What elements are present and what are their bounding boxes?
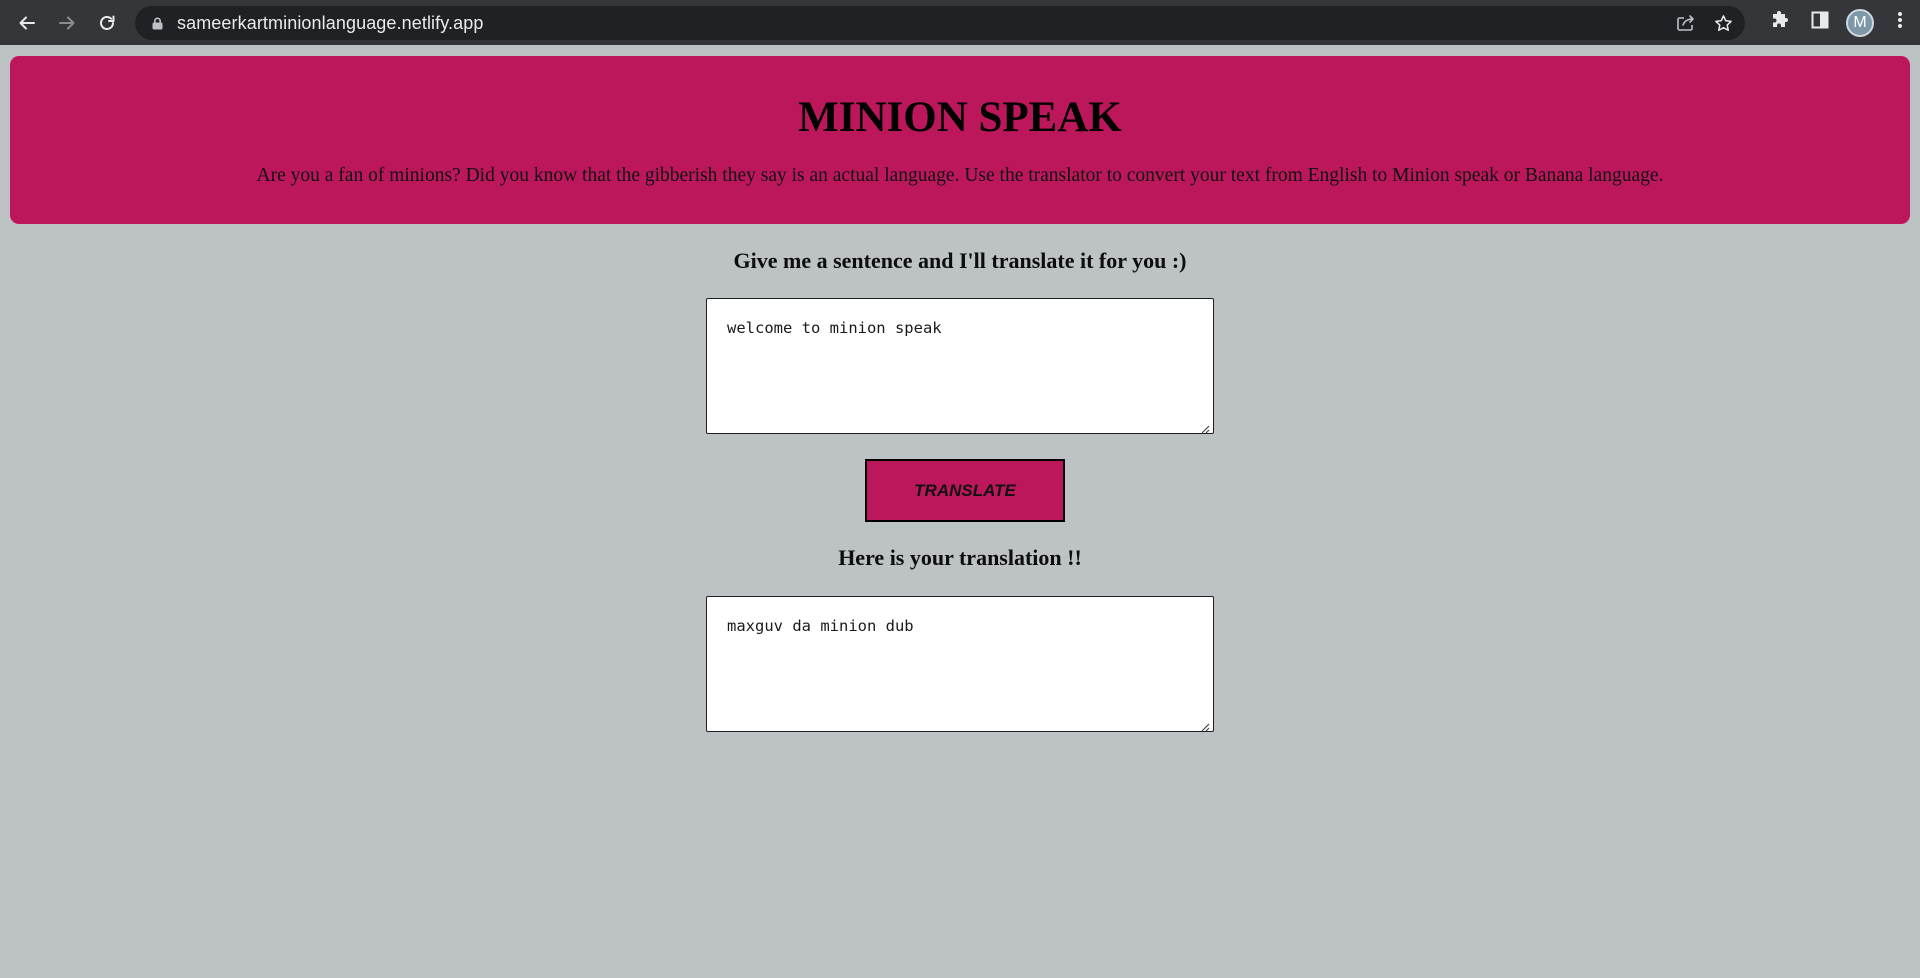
extensions-button[interactable] bbox=[1760, 3, 1800, 43]
extensions-icon bbox=[1770, 10, 1790, 35]
reload-button[interactable] bbox=[87, 3, 127, 43]
translate-button[interactable]: TRANSLATE bbox=[865, 459, 1065, 522]
star-icon[interactable] bbox=[1714, 14, 1733, 33]
input-prompt: Give me a sentence and I'll translate it… bbox=[733, 248, 1187, 273]
omnibox-actions bbox=[1676, 6, 1733, 40]
result-heading: Here is your translation !! bbox=[838, 545, 1082, 570]
lock-icon[interactable] bbox=[150, 16, 164, 30]
back-icon bbox=[18, 14, 36, 32]
share-icon[interactable] bbox=[1676, 14, 1696, 32]
resize-grip-icon[interactable] bbox=[1200, 718, 1210, 732]
browser-toolbar: sameerkartminionlanguage.netlify.app M bbox=[0, 0, 1920, 45]
profile-avatar[interactable]: M bbox=[1846, 8, 1874, 37]
url-text[interactable]: sameerkartminionlanguage.netlify.app bbox=[177, 13, 483, 34]
toolbar-right: M bbox=[1760, 0, 1920, 45]
hero-description: Are you a fan of minions? Did you know t… bbox=[256, 165, 1664, 187]
output-textarea[interactable]: maxguv da minion dub bbox=[706, 596, 1214, 732]
more-menu-button[interactable] bbox=[1880, 3, 1920, 43]
forward-icon bbox=[58, 14, 76, 32]
address-bar[interactable]: sameerkartminionlanguage.netlify.app bbox=[135, 6, 1745, 40]
page-title: MINION SPEAK bbox=[798, 94, 1122, 141]
input-text[interactable]: welcome to minion speak bbox=[727, 319, 942, 337]
input-textarea[interactable]: welcome to minion speak bbox=[706, 298, 1214, 434]
page-content: MINION SPEAK Are you a fan of minions? D… bbox=[0, 45, 1920, 978]
more-icon bbox=[1897, 11, 1903, 34]
forward-button[interactable] bbox=[47, 3, 87, 43]
resize-grip-icon[interactable] bbox=[1200, 420, 1210, 434]
reload-icon bbox=[98, 14, 116, 32]
hero-banner: MINION SPEAK Are you a fan of minions? D… bbox=[10, 56, 1910, 224]
side-panel-icon bbox=[1811, 11, 1829, 34]
side-panel-button[interactable] bbox=[1800, 3, 1840, 43]
output-text[interactable]: maxguv da minion dub bbox=[727, 617, 914, 635]
back-button[interactable] bbox=[7, 3, 47, 43]
